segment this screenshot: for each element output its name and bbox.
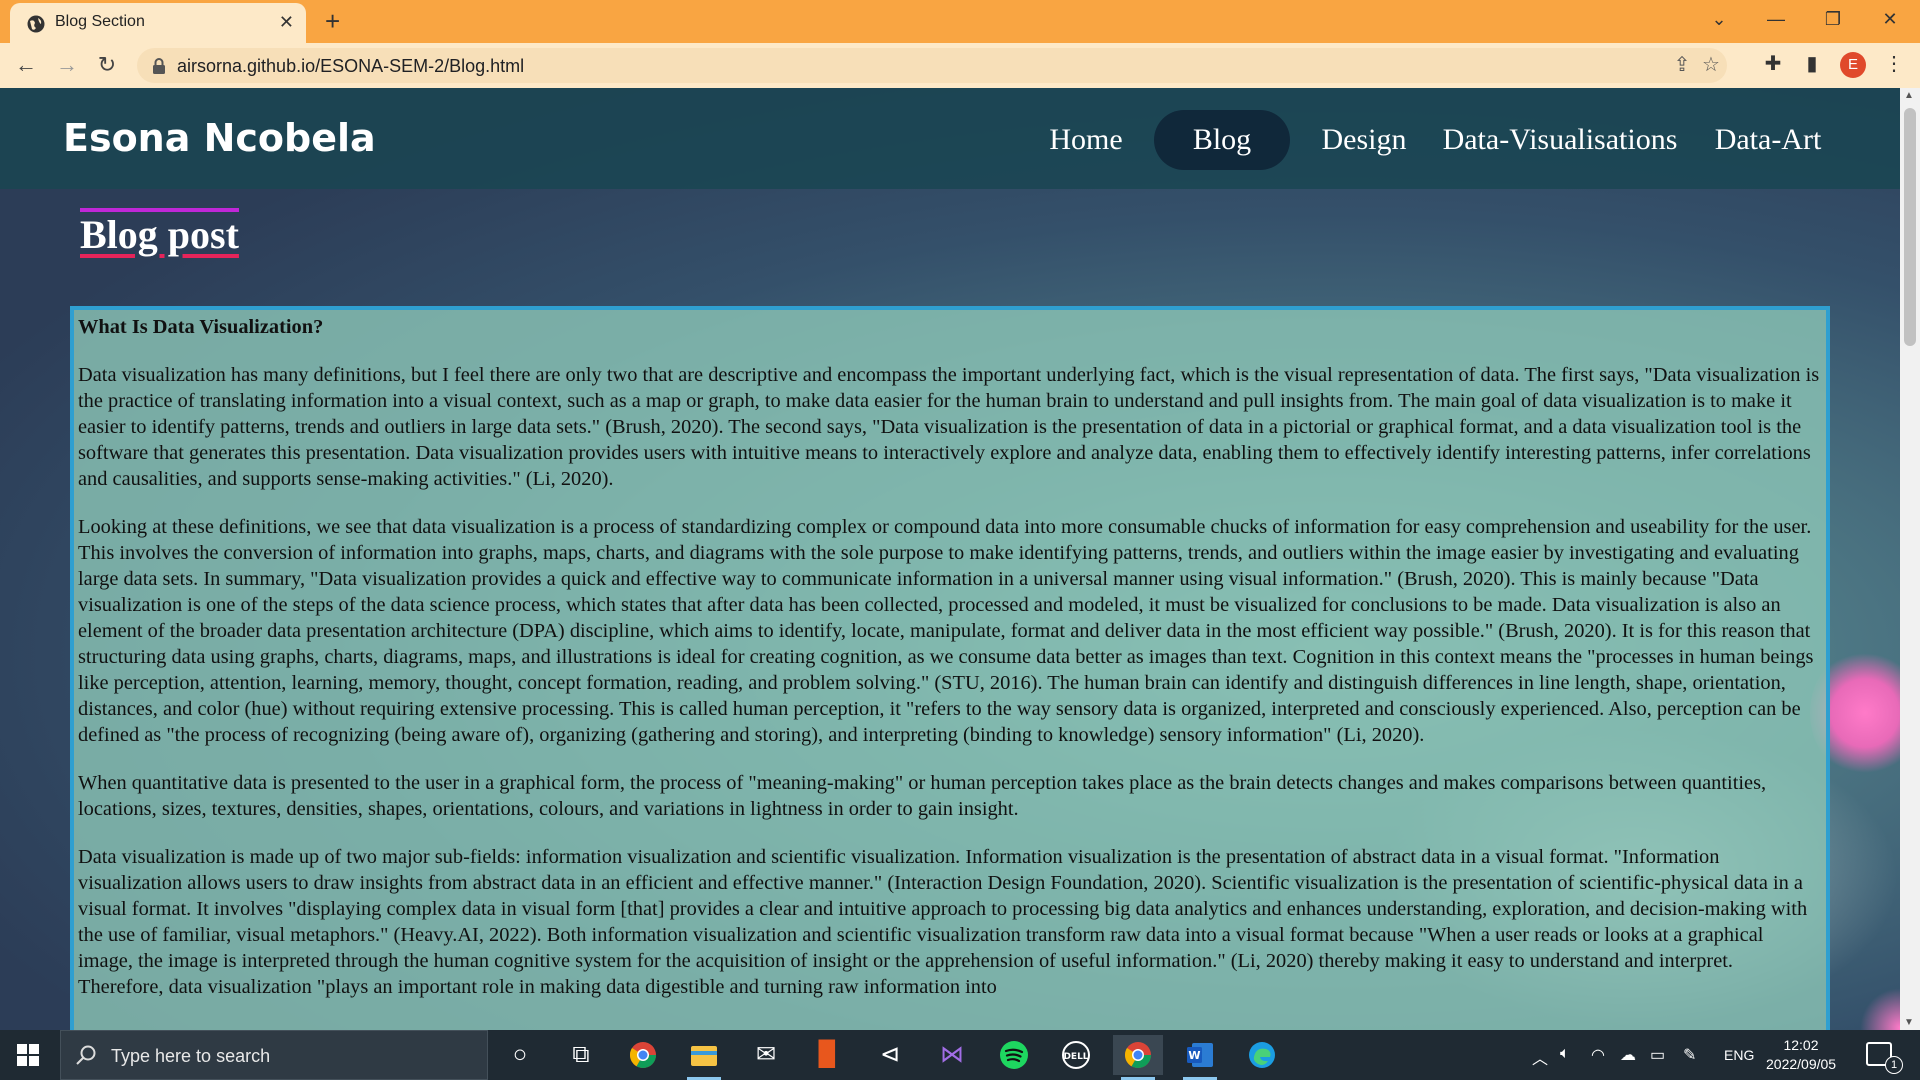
post-heading: What Is Data Visualization? <box>78 316 324 338</box>
system-clock[interactable]: 12:02 2022/09/05 <box>1766 1036 1836 1074</box>
blog-post-card: What Is Data Visualization? Data visuali… <box>70 306 1830 1030</box>
globe-icon <box>27 15 45 33</box>
notification-count-badge: 1 <box>1885 1056 1903 1074</box>
address-bar[interactable]: airsorna.github.io/ESONA-SEM-2/Blog.html… <box>137 48 1727 83</box>
show-hidden-icons-chevron-icon[interactable]: ︿ <box>1532 1045 1548 1069</box>
tab-search-icon[interactable]: ⌄ <box>1699 8 1739 30</box>
windows-start-icon[interactable] <box>17 1044 39 1066</box>
windows-taskbar: Type here to search ○ ⧉ ✉ ▉ ⊲ ⋈ DELL W ︿… <box>0 1030 1920 1080</box>
new-tab-button[interactable]: + <box>325 8 340 34</box>
office-icon[interactable]: ▉ <box>803 1035 853 1075</box>
language-indicator[interactable]: ENG <box>1724 1047 1754 1063</box>
post-paragraph: Looking at these definitions, we see tha… <box>78 516 1814 746</box>
scroll-up-arrow-icon[interactable]: ▲ <box>1904 90 1914 101</box>
word-icon[interactable]: W <box>1175 1035 1225 1080</box>
clock-time: 12:02 <box>1783 1037 1819 1053</box>
section-title: Blog post <box>80 208 239 257</box>
chrome-profile-icon[interactable] <box>1113 1035 1163 1080</box>
file-explorer-icon[interactable] <box>679 1035 729 1080</box>
close-window-button[interactable]: ✕ <box>1870 8 1910 30</box>
profile-avatar[interactable]: E <box>1840 52 1866 78</box>
restore-button[interactable]: ❐ <box>1813 8 1853 30</box>
side-panel-icon[interactable]: ▮ <box>1798 52 1826 76</box>
spotify-icon[interactable] <box>989 1035 1039 1075</box>
taskbar-search-box[interactable]: Type here to search <box>60 1030 488 1080</box>
wifi-icon[interactable]: ◠ <box>1591 1045 1605 1065</box>
edge-icon[interactable] <box>1237 1035 1287 1075</box>
browser-title-bar: Blog Section ✕ + ⌄ — ❐ ✕ <box>0 0 1920 43</box>
forward-arrow-icon[interactable]: → <box>51 51 83 79</box>
url-text: airsorna.github.io/ESONA-SEM-2/Blog.html <box>177 56 525 76</box>
mail-icon[interactable]: ✉ <box>741 1035 791 1075</box>
onedrive-cloud-icon[interactable]: ☁︎ <box>1620 1045 1636 1065</box>
site-header: Esona Ncobela Home Blog Design Data-Visu… <box>0 88 1900 189</box>
lock-icon <box>153 58 165 74</box>
reload-icon[interactable]: ↻ <box>91 51 123 79</box>
nav-design[interactable]: Design <box>1310 110 1418 170</box>
nav-data-art[interactable]: Data-Art <box>1700 110 1836 170</box>
back-arrow-icon[interactable]: ← <box>10 51 42 79</box>
nav-home[interactable]: Home <box>1030 110 1142 170</box>
extensions-puzzle-icon[interactable]: ✚ <box>1759 52 1787 76</box>
background-pink-glow-lower <box>1860 988 1900 1030</box>
battery-icon[interactable]: ▭ <box>1650 1045 1665 1065</box>
site-logo-text[interactable]: Esona Ncobela <box>63 116 376 160</box>
scroll-down-arrow-icon[interactable]: ▼ <box>1904 1017 1914 1028</box>
chrome-icon[interactable] <box>618 1035 668 1075</box>
dell-icon[interactable]: DELL <box>1051 1035 1101 1075</box>
search-icon <box>76 1045 96 1065</box>
nav-data-visualisations[interactable]: Data-Visualisations <box>1430 110 1690 170</box>
browser-tab[interactable]: Blog Section ✕ <box>10 3 306 43</box>
tab-title: Blog Section <box>55 13 145 30</box>
browser-toolbar: ← → ↻ airsorna.github.io/ESONA-SEM-2/Blo… <box>0 43 1920 88</box>
tab-close-icon[interactable]: ✕ <box>279 12 294 32</box>
cortana-icon[interactable]: ○ <box>495 1035 545 1075</box>
search-placeholder: Type here to search <box>111 1046 271 1066</box>
bookmark-star-icon[interactable]: ☆ <box>1698 53 1724 77</box>
svg-text:DELL: DELL <box>1063 1052 1088 1062</box>
post-paragraph: Data visualization has many definitions,… <box>78 364 1820 490</box>
svg-text:W: W <box>1188 1049 1200 1062</box>
clock-date: 2022/09/05 <box>1766 1056 1837 1072</box>
pen-icon[interactable]: ✎ <box>1683 1045 1696 1065</box>
share-icon[interactable]: ⇪ <box>1669 53 1695 77</box>
volume-icon[interactable]: 🔈︎ <box>1560 1045 1570 1063</box>
nav-blog[interactable]: Blog <box>1154 110 1290 170</box>
visual-studio-icon[interactable]: ⋈ <box>927 1035 977 1075</box>
page-scrollbar[interactable]: ▲ ▼ <box>1900 88 1920 1030</box>
minimize-button[interactable]: — <box>1756 8 1796 30</box>
more-menu-icon[interactable]: ⋮ <box>1880 52 1908 76</box>
page-viewport: Esona Ncobela Home Blog Design Data-Visu… <box>0 88 1900 1030</box>
capcut-icon[interactable]: ⊲ <box>865 1035 915 1075</box>
post-paragraph: When quantitative data is presented to t… <box>78 772 1767 820</box>
post-paragraph: Data visualization is made up of two maj… <box>78 846 1808 998</box>
scrollbar-thumb[interactable] <box>1904 108 1916 346</box>
task-view-icon[interactable]: ⧉ <box>556 1035 606 1075</box>
